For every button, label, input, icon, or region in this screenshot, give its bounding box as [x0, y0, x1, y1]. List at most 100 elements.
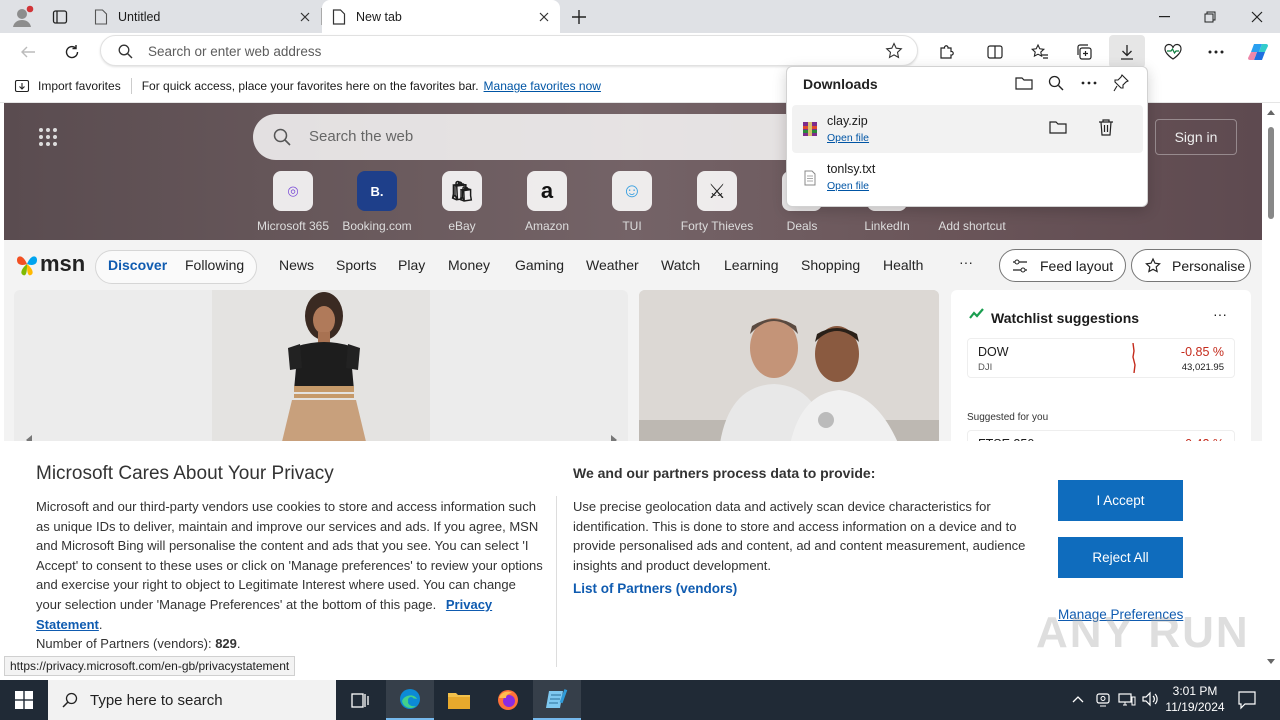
tab-untitled[interactable]: Untitled	[84, 0, 321, 33]
browser-essentials-button[interactable]	[1157, 36, 1189, 68]
scrollbar-thumb[interactable]	[1268, 127, 1274, 219]
stock-trend-icon	[969, 308, 984, 319]
back-button[interactable]	[12, 36, 44, 68]
tile-ebay[interactable]: 🛍 eBay	[420, 171, 504, 233]
feed-layout-label: Feed layout	[1040, 257, 1114, 274]
open-downloads-folder-button[interactable]	[1015, 75, 1033, 91]
nav-sports[interactable]: Sports	[336, 257, 376, 273]
restore-button[interactable]	[1187, 0, 1233, 33]
windows-logo-icon	[15, 691, 33, 709]
favorites-button[interactable]	[1024, 36, 1056, 68]
nav-money[interactable]: Money	[448, 257, 490, 273]
nav-gaming[interactable]: Gaming	[515, 257, 564, 273]
network-icon	[1118, 693, 1136, 706]
tab-discover[interactable]: Discover	[108, 257, 167, 273]
partners-label: Number of Partners (vendors):	[36, 636, 212, 652]
tab-close-button[interactable]	[532, 5, 556, 29]
web-search-box[interactable]: Search the web	[253, 114, 813, 160]
settings-more-button[interactable]	[1200, 36, 1232, 68]
page-icon	[94, 8, 108, 25]
taskbar-edge[interactable]	[386, 680, 434, 720]
tile-label: Microsoft 365	[256, 219, 330, 233]
ebay-bag-icon: 🛍	[442, 171, 482, 211]
tile-booking[interactable]: B. Booking.com	[335, 171, 419, 233]
accept-button[interactable]: I Accept	[1058, 480, 1183, 521]
tab-following[interactable]: Following	[185, 257, 244, 273]
split-screen-button[interactable]	[979, 36, 1011, 68]
open-file-link[interactable]: Open file	[827, 180, 869, 192]
watchlist-more-button[interactable]: ···	[1213, 306, 1227, 322]
pin-downloads-button[interactable]	[1113, 74, 1129, 92]
tile-amazon[interactable]: a Amazon	[505, 171, 589, 233]
tab-close-button[interactable]	[293, 5, 317, 29]
folder-icon	[1015, 77, 1033, 90]
tile-forty-thieves[interactable]: ⚔ Forty Thieves	[675, 171, 759, 233]
open-file-link[interactable]: Open file	[827, 132, 869, 144]
tile-tui[interactable]: ☺ TUI	[590, 171, 674, 233]
nav-weather[interactable]: Weather	[586, 257, 639, 273]
favorites-hint: For quick access, place your favorites h…	[141, 79, 479, 93]
taskbar-file-explorer[interactable]	[435, 680, 483, 720]
address-placeholder: Search or enter web address	[148, 44, 322, 59]
tile-microsoft-365[interactable]: ◎ Microsoft 365	[251, 171, 335, 233]
import-favorites-button[interactable]: Import favorites	[14, 78, 121, 94]
profile-avatar[interactable]	[10, 5, 34, 29]
status-url-tooltip: https://privacy.microsoft.com/en-gb/priv…	[4, 656, 296, 676]
address-bar[interactable]: Search or enter web address	[100, 35, 918, 66]
meet-now-tray-icon[interactable]	[1095, 691, 1111, 707]
extensions-button[interactable]	[931, 36, 963, 68]
nav-more-button[interactable]: ···	[959, 254, 973, 270]
new-tab-button[interactable]	[566, 4, 592, 30]
partners-count: 829	[215, 636, 237, 652]
taskbar-search-box[interactable]: Type here to search	[48, 680, 336, 720]
msn-logo[interactable]: msn	[16, 251, 85, 277]
tab-new-tab[interactable]: New tab	[322, 0, 560, 33]
msn-butterfly-icon	[17, 256, 37, 276]
taskbar-notepad[interactable]	[533, 680, 581, 720]
network-tray-icon[interactable]	[1118, 691, 1136, 707]
stock-row-dow[interactable]: DOW DJI -0.85 % 43,021.95	[967, 338, 1235, 378]
refresh-button[interactable]	[56, 36, 88, 68]
show-in-folder-button[interactable]	[1049, 119, 1067, 135]
minimize-button[interactable]	[1141, 0, 1187, 33]
reject-all-button[interactable]: Reject All	[1058, 537, 1183, 578]
tab-actions-button[interactable]	[48, 5, 72, 29]
delete-download-button[interactable]	[1098, 118, 1114, 136]
fashion-card[interactable]	[14, 290, 628, 450]
f1-news-card[interactable]	[639, 290, 939, 450]
nav-health[interactable]: Health	[883, 257, 923, 273]
arrow-left-icon	[21, 46, 35, 58]
nav-play[interactable]: Play	[398, 257, 425, 273]
manage-favorites-link[interactable]: Manage favorites now	[484, 79, 601, 93]
close-window-button[interactable]	[1234, 0, 1280, 33]
taskbar-firefox[interactable]	[484, 680, 532, 720]
partners-list-link[interactable]: List of Partners (vendors)	[573, 581, 737, 596]
start-button[interactable]	[0, 680, 48, 720]
favorite-star-icon[interactable]	[885, 42, 903, 60]
task-view-icon	[351, 693, 369, 708]
vertical-scrollbar[interactable]	[1262, 103, 1280, 676]
volume-tray-icon[interactable]	[1142, 691, 1160, 707]
collections-button[interactable]	[1068, 36, 1100, 68]
task-view-button[interactable]	[336, 680, 384, 720]
scroll-up-icon[interactable]	[1267, 109, 1275, 115]
nav-shopping[interactable]: Shopping	[801, 257, 860, 273]
downloads-button[interactable]	[1109, 35, 1145, 68]
apps-launcher-button[interactable]	[38, 127, 58, 147]
show-hidden-icons-button[interactable]	[1071, 692, 1085, 706]
notifications-button[interactable]	[1237, 690, 1257, 710]
feed-layout-button[interactable]: Feed layout	[999, 249, 1126, 282]
search-downloads-button[interactable]	[1048, 75, 1064, 91]
downloads-more-button[interactable]	[1081, 81, 1097, 85]
taskbar-clock[interactable]: 3:01 PM 11/19/2024	[1164, 683, 1226, 715]
nav-watch[interactable]: Watch	[661, 257, 700, 273]
sign-in-button[interactable]: Sign in	[1155, 119, 1237, 155]
copilot-button[interactable]	[1242, 36, 1274, 68]
scroll-down-icon[interactable]	[1267, 659, 1275, 665]
nav-news[interactable]: News	[279, 257, 314, 273]
download-item[interactable]: tonlsy.txt Open file	[792, 155, 1143, 203]
tile-label: Forty Thieves	[680, 219, 754, 233]
personalise-button[interactable]: Personalise	[1131, 249, 1251, 282]
nav-learning[interactable]: Learning	[724, 257, 779, 273]
download-item[interactable]: clay.zip Open file	[792, 105, 1143, 153]
